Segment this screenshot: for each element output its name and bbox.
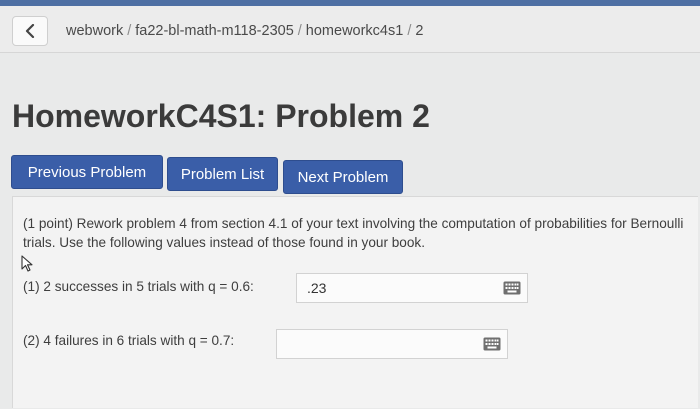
part-1-answer-input[interactable] <box>296 273 528 303</box>
mouse-cursor-icon <box>21 255 33 272</box>
keyboard-icon[interactable] <box>503 281 521 295</box>
breadcrumb-item-set[interactable]: homeworkc4s1 <box>306 23 404 39</box>
part-2-label: (2) 4 failures in 6 trials with q = 0.7: <box>23 333 235 348</box>
problem-list-button[interactable]: Problem List <box>167 157 278 191</box>
breadcrumb: webwork / fa22-bl-math-m118-2305/homeworkc… <box>66 23 423 39</box>
breadcrumb-separator: / <box>407 23 412 39</box>
breadcrumb-item-problem: 2 <box>415 23 424 39</box>
part-2-answer-input[interactable] <box>276 329 508 359</box>
problem-intro: (1 point) Rework problem 4 from section … <box>23 216 684 250</box>
back-button[interactable] <box>12 16 48 46</box>
part-1-label: (1) 2 successes in 5 trials with q = 0.6… <box>23 279 254 294</box>
chevron-left-icon <box>25 24 35 38</box>
breadcrumb-item-course[interactable]: fa22-bl-math-m118-2305 <box>135 23 294 39</box>
breadcrumb-separator: / <box>297 23 302 39</box>
breadcrumb-bar: webwork / fa22-bl-math-m118-2305/homeworkc… <box>0 6 700 53</box>
problem-panel: (1 point) Rework problem 4 from section … <box>12 196 698 408</box>
breadcrumb-separator: / <box>127 23 132 39</box>
keyboard-icon[interactable] <box>483 337 501 351</box>
page-title: HomeworkC4S1: Problem 2 <box>12 98 430 134</box>
next-problem-button[interactable]: Next Problem <box>283 160 403 194</box>
previous-problem-button[interactable]: Previous Problem <box>11 155 163 189</box>
breadcrumb-item-webwork[interactable]: webwork <box>66 23 123 39</box>
